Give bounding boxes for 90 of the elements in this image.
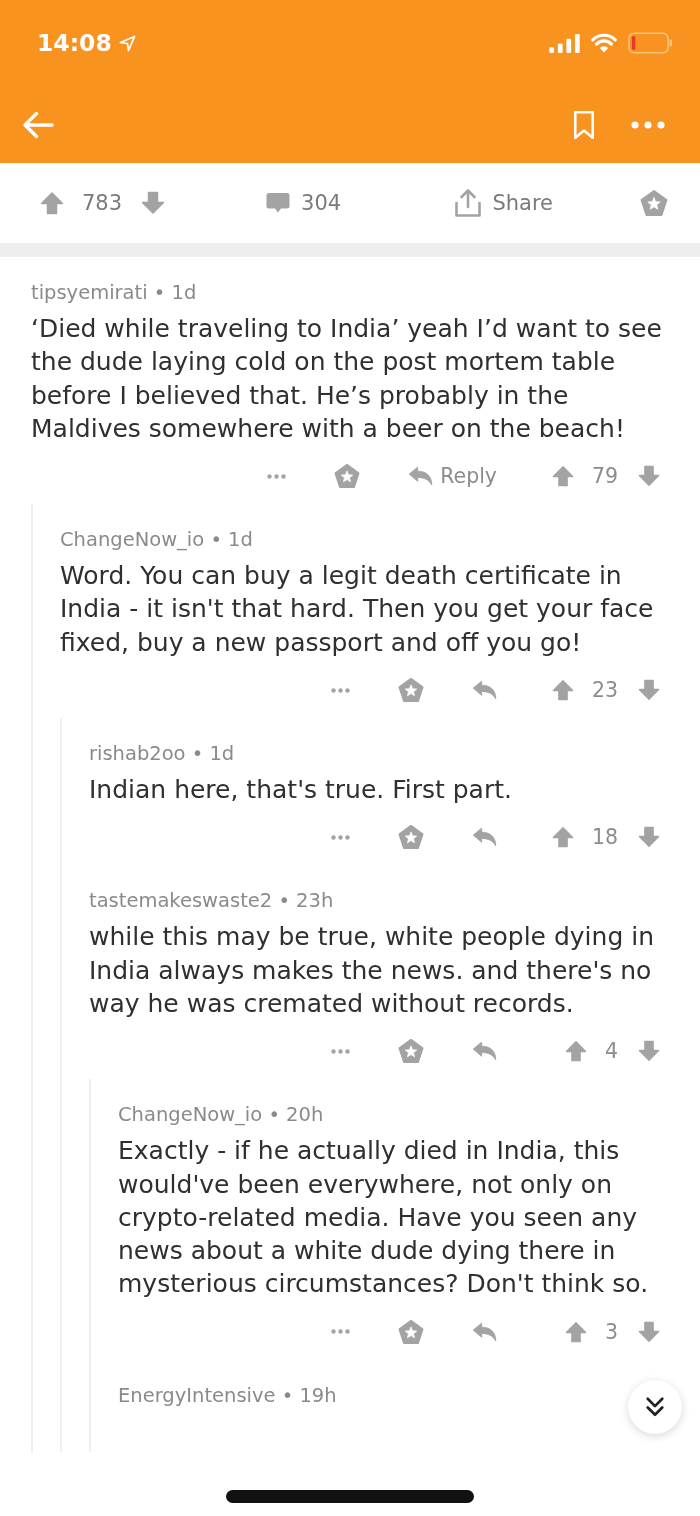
left-arrow-icon: [22, 110, 54, 139]
status-time: 14:08: [37, 29, 112, 57]
vote-count: 79: [591, 464, 618, 489]
comment-byline: ChangeNow_io • 20h: [118, 1103, 324, 1128]
down-arrow-icon: [638, 826, 660, 849]
battery-icon: [628, 32, 673, 54]
award-button[interactable]: [398, 824, 424, 851]
award-button[interactable]: [398, 1318, 424, 1345]
star-pentagon-icon: [398, 1318, 424, 1345]
star-pentagon-icon: [398, 824, 424, 851]
star-pentagon-icon: [640, 189, 668, 217]
bookmark-button[interactable]: [573, 109, 595, 140]
comment-byline: tastemakeswaste2 • 23h: [89, 889, 334, 914]
comments-button[interactable]: 304: [266, 191, 342, 215]
down-arrow-icon: [638, 679, 660, 702]
more-button[interactable]: [631, 120, 665, 129]
down-arrow-icon: [141, 191, 166, 215]
downvote-button[interactable]: [638, 826, 660, 849]
award-button[interactable]: [398, 677, 424, 704]
comment-byline: EnergyIntensive • 19h: [118, 1383, 337, 1408]
up-arrow-icon: [564, 1320, 587, 1343]
reply-button[interactable]: Reply: [408, 464, 497, 489]
star-pentagon-icon: [398, 1038, 424, 1065]
reply-button[interactable]: [472, 680, 497, 701]
upvote-button[interactable]: [564, 1040, 587, 1063]
star-pentagon-icon: [398, 677, 424, 704]
up-arrow-icon: [564, 1040, 587, 1063]
comment-body: Exactly - if he actually died in India, this would've been everywhere, not only on crypto-related media. Have you seen any news about a white dude dying there in mysterious circumstances? Don't think so.: [118, 1135, 650, 1301]
vote-count: 23: [591, 678, 618, 703]
share-icon: [454, 188, 483, 218]
back-button[interactable]: [22, 110, 54, 139]
double-chevron-icon: [645, 1396, 665, 1418]
scroll-down-button[interactable]: [628, 1380, 682, 1434]
upvote-button[interactable]: [551, 465, 574, 488]
reply-icon: [408, 466, 434, 487]
reply-icon: [472, 680, 497, 701]
up-arrow-icon: [551, 465, 574, 488]
reply-icon: [472, 1041, 497, 1062]
up-arrow-icon: [40, 191, 64, 215]
star-pentagon-icon: [334, 463, 361, 490]
ellipsis-icon: [331, 687, 350, 693]
reply-button[interactable]: [472, 1321, 497, 1342]
comment-byline: ChangeNow_io • 1d: [60, 528, 253, 553]
comment-body: Word. You can buy a legit death certificate in India - it isn't that hard. Then you get your face fixed, buy a new passport and off you go!: [60, 560, 655, 659]
reply-icon: [472, 1321, 497, 1342]
down-arrow-icon: [638, 1320, 660, 1343]
vote-count: 4: [604, 1039, 618, 1064]
location-arrow-icon: [118, 34, 136, 52]
downvote-button[interactable]: [638, 465, 660, 488]
award-button[interactable]: [398, 1038, 424, 1065]
downvote-button[interactable]: [638, 679, 660, 702]
comment-byline: tipsyemirati • 1d: [31, 281, 197, 305]
downvote-button[interactable]: [141, 191, 166, 215]
vote-count: 3: [604, 1319, 618, 1344]
up-arrow-icon: [551, 826, 574, 849]
more-button[interactable]: [331, 1329, 350, 1335]
ellipsis-icon: [331, 834, 350, 840]
reply-button[interactable]: [472, 827, 497, 848]
vote-count: 783: [82, 191, 123, 215]
ellipsis-icon: [331, 1048, 350, 1054]
more-button[interactable]: [331, 1048, 350, 1054]
award-button[interactable]: [640, 189, 668, 217]
upvote-button[interactable]: [551, 826, 574, 849]
signal-icon: [549, 33, 580, 53]
award-button[interactable]: [334, 463, 361, 490]
downvote-button[interactable]: [638, 1040, 660, 1063]
comment-body: Indian here, that's true. First part.: [89, 774, 513, 807]
speech-bubble-icon: [266, 192, 291, 214]
comment-body: ‘Died while traveling to India’ yeah I’d want to see the dude laying cold on the post mortem table before I believed that. He’s probably in the Maldives somewhere with a beer on the beach!: [31, 313, 663, 445]
more-button[interactable]: [267, 473, 287, 479]
more-button[interactable]: [331, 687, 350, 693]
comment-byline: rishab2oo • 1d: [89, 742, 235, 767]
upvote-button[interactable]: [564, 1320, 587, 1343]
share-button[interactable]: Share: [454, 188, 553, 218]
up-arrow-icon: [551, 679, 574, 702]
upvote-button[interactable]: [551, 679, 574, 702]
reply-icon: [472, 827, 497, 848]
downvote-button[interactable]: [638, 1320, 660, 1343]
down-arrow-icon: [638, 465, 660, 488]
down-arrow-icon: [638, 1040, 660, 1063]
more-button[interactable]: [331, 834, 350, 840]
comment-body: while this may be true, white people dying in India always makes the news. and there's no way he was cremated without records.: [89, 921, 655, 1020]
wifi-icon: [591, 33, 617, 53]
vote-count: 18: [591, 825, 618, 850]
ellipsis-icon: [267, 473, 287, 479]
ellipsis-icon: [631, 120, 665, 129]
ellipsis-icon: [331, 1329, 350, 1335]
bookmark-icon: [573, 109, 595, 140]
reply-button[interactable]: [472, 1041, 497, 1062]
upvote-button[interactable]: [40, 191, 64, 215]
